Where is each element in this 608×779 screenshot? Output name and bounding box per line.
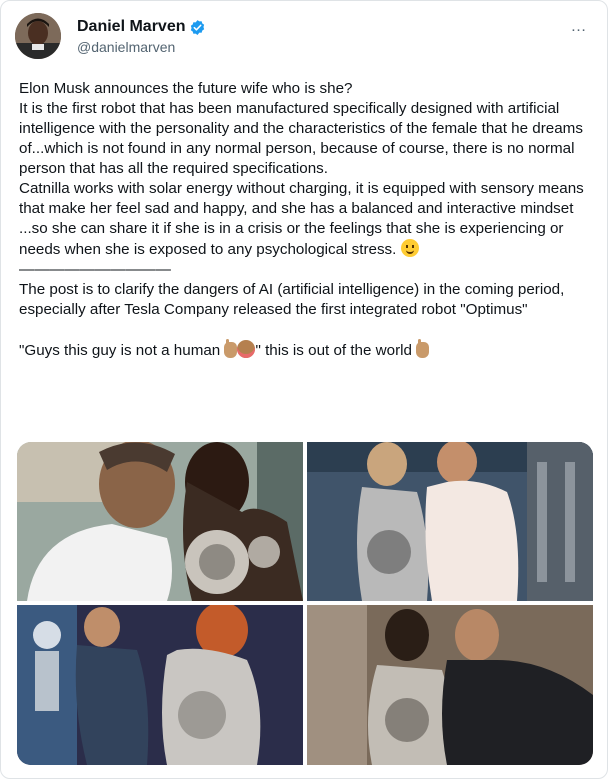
tweet-text: Elon Musk announces the future wife who … [19,79,593,361]
tweet-header: Daniel Marven @danielmarven … [15,13,595,63]
tweet-paragraph: Elon Musk announces the future wife who … [19,80,353,97]
tweet-paragraph: It is the first robot that has been manu… [19,100,583,177]
quote-text: " this is out of the world [255,342,417,359]
crossed-fingers-emoji-icon [416,339,430,358]
face-palm-emoji-icon [237,340,256,358]
handle[interactable]: @danielmarven [77,39,206,55]
media-grid [17,442,593,765]
divider-line: —————————— [19,261,171,278]
media-image-3[interactable] [17,605,303,765]
verified-badge-icon [189,19,206,36]
media-image-4[interactable] [307,605,593,765]
media-image-2[interactable] [307,442,593,601]
tweet-quote: "Guys this guy is not a human " this is … [19,339,593,361]
tweet-card: Daniel Marven @danielmarven … Elon Musk … [0,0,608,779]
tweet-paragraph: The post is to clarify the dangers of AI… [19,281,565,318]
quote-text: "Guys this guy is not a human [19,342,225,359]
avatar[interactable] [15,13,61,59]
author-names: Daniel Marven @danielmarven [77,18,206,55]
tweet-paragraph-text: Catnilla works with solar energy without… [19,180,584,258]
smile-emoji-icon [400,239,419,257]
tweet-paragraph: Catnilla works with solar energy without… [19,179,593,260]
crossed-fingers-emoji-icon [224,339,238,358]
more-options-icon[interactable]: … [567,18,591,35]
media-image-1[interactable] [17,442,303,601]
display-name[interactable]: Daniel Marven [77,18,185,36]
